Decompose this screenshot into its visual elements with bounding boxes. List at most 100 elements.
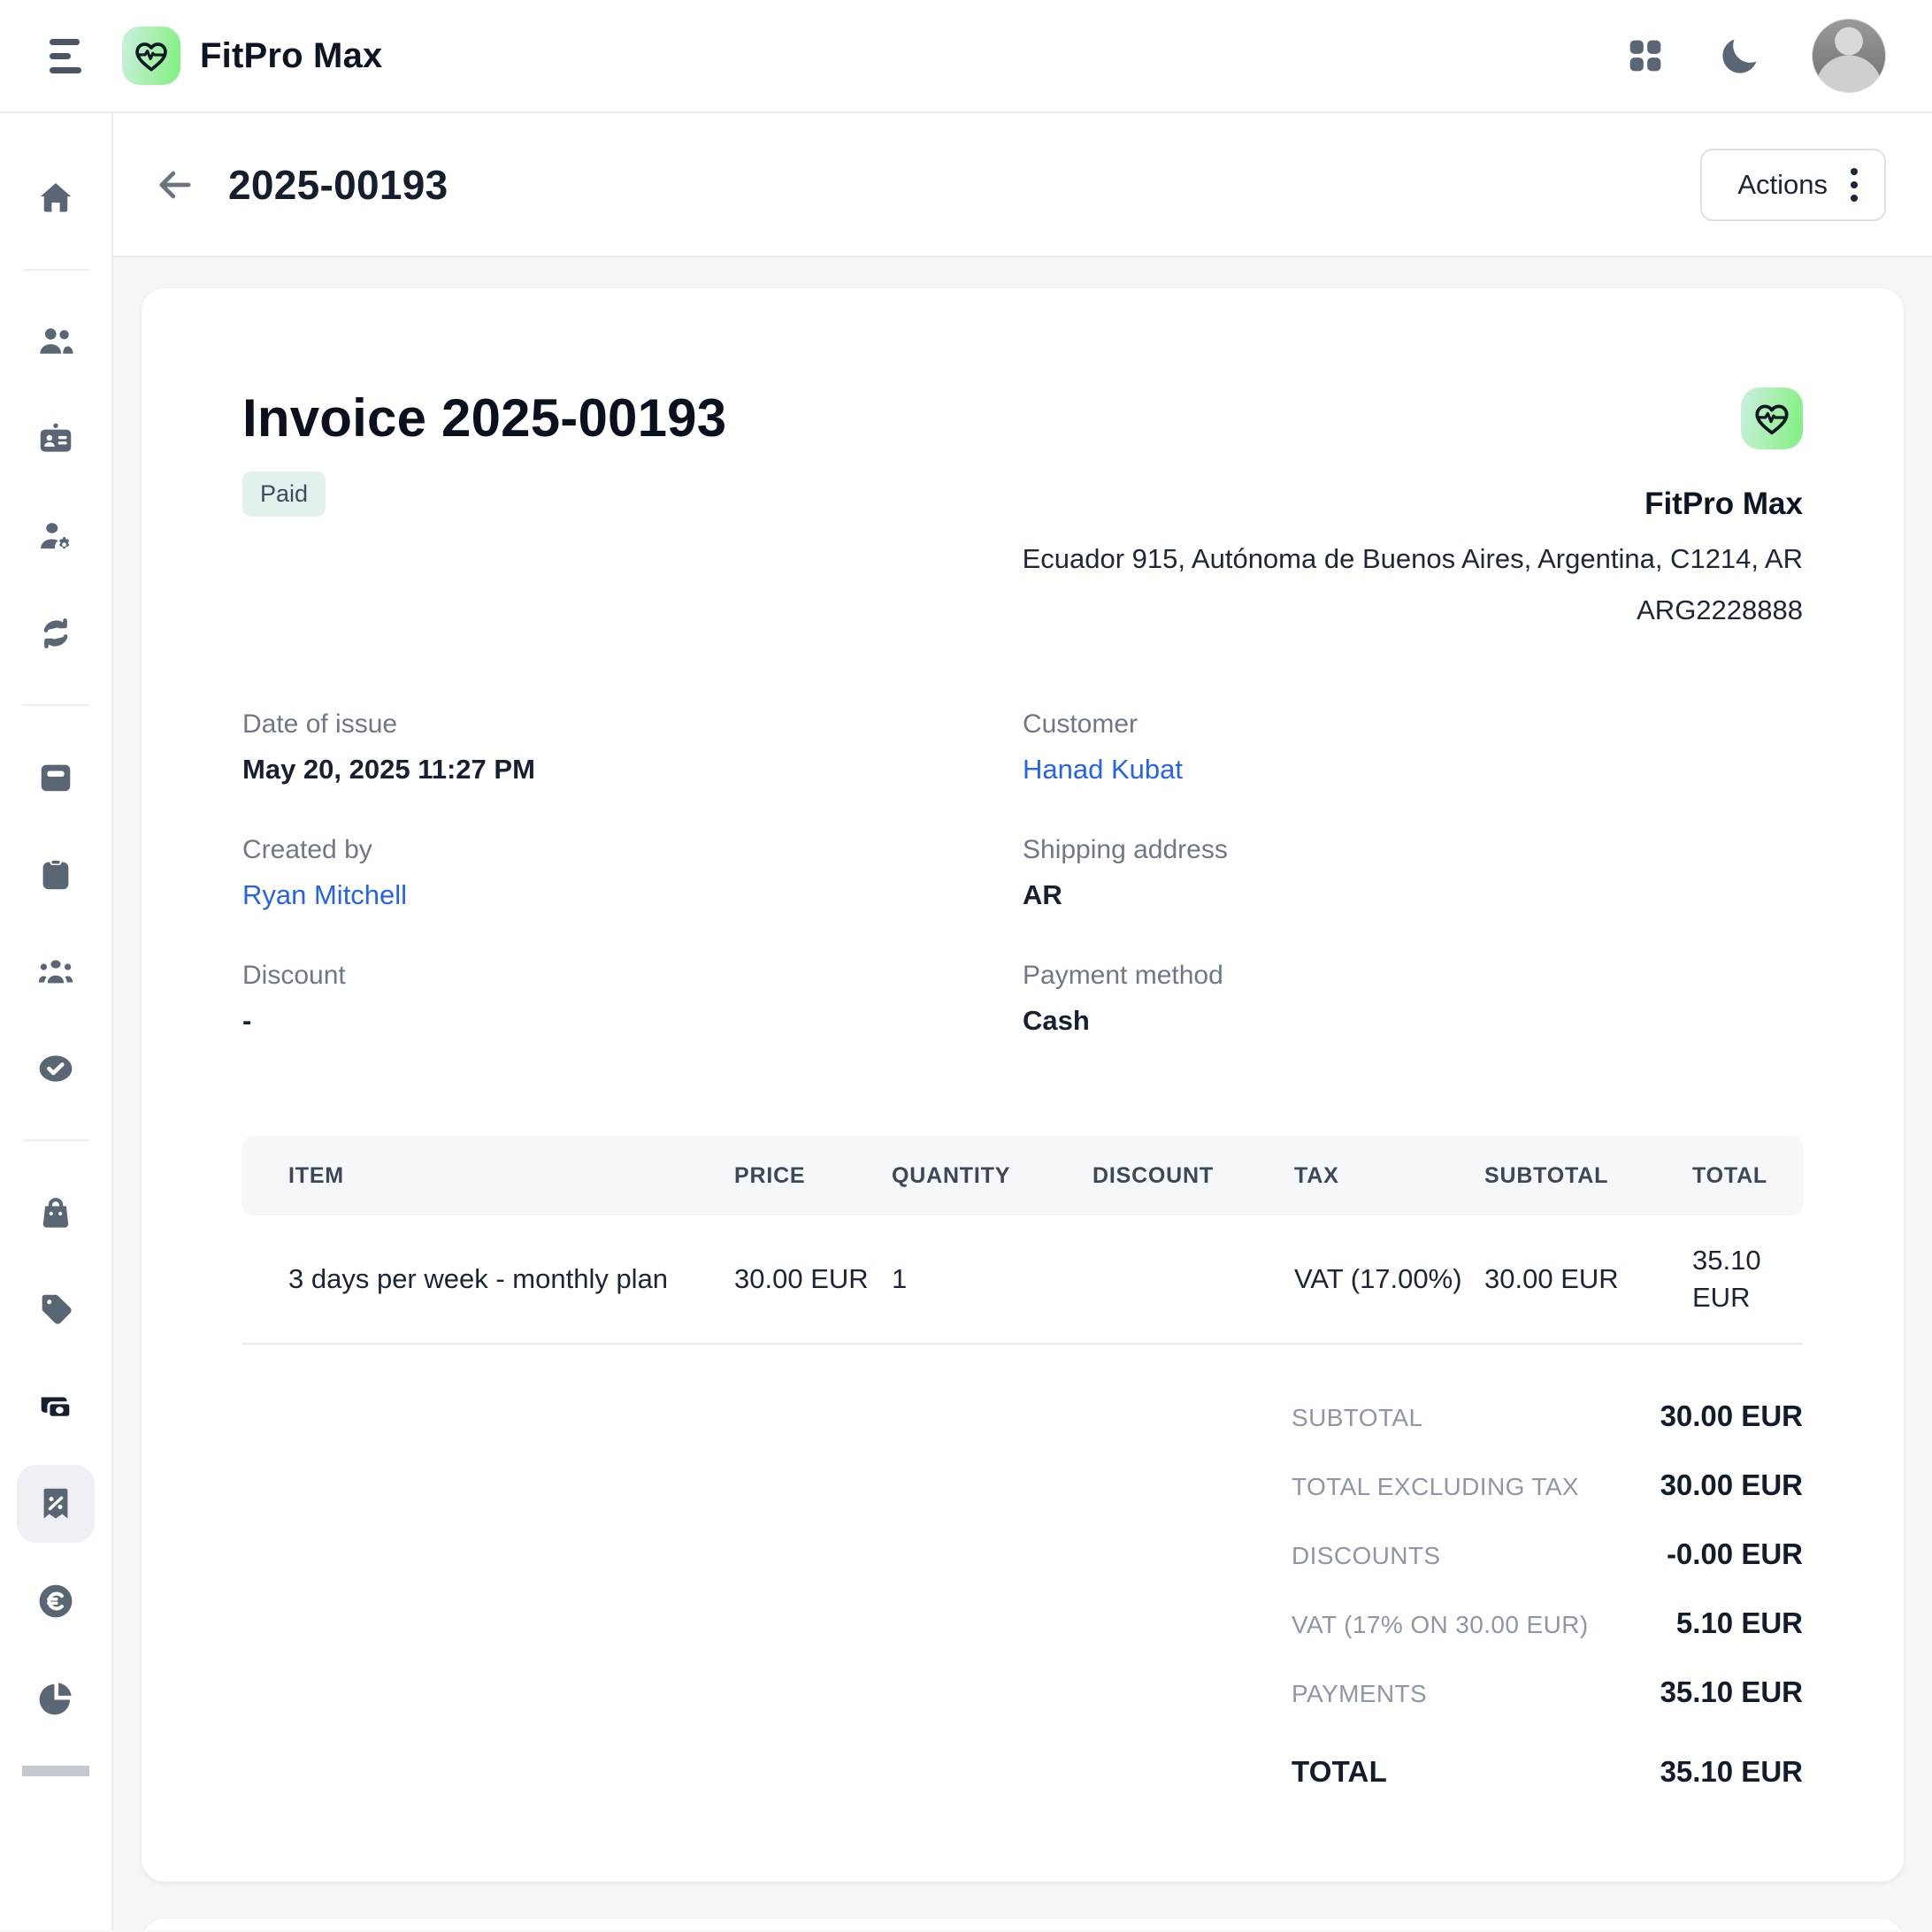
euro-icon: [35, 1581, 76, 1622]
sidebar-item-euro[interactable]: [17, 1562, 95, 1640]
summary-value: -0.00 EUR: [1667, 1537, 1803, 1571]
pie-chart-icon: [35, 1678, 76, 1719]
sidebar-item-home[interactable]: [17, 159, 95, 237]
summary-value: 35.10 EUR: [1660, 1755, 1803, 1789]
field-value: -: [242, 1005, 1023, 1037]
invoice-fields: Date of issue May 20, 2025 11:27 PM Cust…: [242, 709, 1803, 1037]
cell-quantity: 1: [892, 1261, 1092, 1298]
cell-subtotal: 30.00 EUR: [1484, 1261, 1692, 1298]
field-value: AR: [1023, 879, 1803, 911]
summary-row-total: TOTAL 35.10 EUR: [1292, 1755, 1803, 1789]
cell-tax: VAT (17.00%): [1294, 1261, 1484, 1298]
summary-label: DISCOUNTS: [1292, 1542, 1441, 1570]
calendar-icon: [35, 756, 76, 797]
table-header: ITEM PRICE QUANTITY DISCOUNT TAX SUBTOTA…: [242, 1136, 1803, 1215]
sidebar: [0, 113, 113, 1930]
cell-item: 3 days per week - monthly plan: [288, 1261, 734, 1298]
sidebar-item-cash[interactable]: [17, 1368, 95, 1445]
field-label: Customer: [1023, 709, 1803, 740]
menu-icon[interactable]: [50, 39, 90, 73]
summary-label: TOTAL EXCLUDING TAX: [1292, 1473, 1579, 1501]
topbar: FitPro Max: [0, 0, 1932, 113]
created-by-link[interactable]: Ryan Mitchell: [242, 879, 1023, 911]
user-gear-icon: [35, 516, 76, 556]
status-badge: Paid: [242, 472, 326, 517]
company-address: Ecuador 915, Autónoma de Buenos Aires, A…: [1023, 543, 1803, 575]
sidebar-item-tags[interactable]: [17, 1270, 95, 1348]
sidebar-item-clipboard[interactable]: [17, 835, 95, 913]
sidebar-item-sync[interactable]: [17, 594, 95, 672]
cell-price: 30.00 EUR: [734, 1261, 892, 1298]
company-block: FitPro Max Ecuador 915, Autónoma de Buen…: [1023, 387, 1803, 646]
home-icon: [35, 178, 76, 218]
summary-label: PAYMENTS: [1292, 1680, 1427, 1708]
col-item: ITEM: [288, 1163, 734, 1189]
col-discount: DISCOUNT: [1092, 1163, 1294, 1189]
sidebar-item-invoices[interactable]: [17, 1465, 95, 1543]
sidebar-item-shop[interactable]: [17, 1173, 95, 1251]
field-label: Discount: [242, 961, 1023, 991]
members-icon: [35, 321, 76, 362]
table-row: 3 days per week - monthly plan 30.00 EUR…: [242, 1215, 1803, 1345]
company-name: FitPro Max: [1644, 487, 1803, 522]
summary-row-subtotal: SUBTOTAL 30.00 EUR: [1292, 1399, 1803, 1433]
invoice-title-block: Invoice 2025-00193 Paid: [242, 387, 726, 646]
field-label: Payment method: [1023, 961, 1803, 991]
actions-button[interactable]: Actions: [1700, 149, 1886, 221]
field-created-by: Created by Ryan Mitchell: [242, 835, 1023, 911]
col-total: TOTAL: [1692, 1163, 1803, 1189]
topbar-right: [1622, 19, 1886, 93]
company-tax-id: ARG2228888: [1637, 594, 1803, 626]
summary-value: 30.00 EUR: [1660, 1468, 1803, 1502]
grid-apps-icon[interactable]: [1622, 33, 1668, 79]
user-avatar[interactable]: [1812, 19, 1886, 93]
groups-icon: [35, 951, 76, 992]
summary-value: 35.10 EUR: [1660, 1675, 1803, 1709]
sidebar-item-calendar[interactable]: [17, 738, 95, 816]
page-title: 2025-00193: [228, 161, 448, 209]
col-quantity: QUANTITY: [892, 1163, 1092, 1189]
field-payment-method: Payment method Cash: [1023, 961, 1803, 1037]
invoice-title: Invoice 2025-00193: [242, 387, 726, 448]
company-logo-icon: [1741, 387, 1803, 449]
field-discount: Discount -: [242, 961, 1023, 1037]
invoice-header: Invoice 2025-00193 Paid FitPro Max Ecuad…: [242, 387, 1803, 646]
line-items-table: ITEM PRICE QUANTITY DISCOUNT TAX SUBTOTA…: [242, 1136, 1803, 1345]
receipt-percent-icon: [35, 1484, 76, 1524]
id-card-icon: [35, 418, 76, 459]
dark-mode-moon-icon[interactable]: [1716, 32, 1764, 80]
summary-label: SUBTOTAL: [1292, 1404, 1422, 1432]
clipboard-icon: [35, 854, 76, 894]
brand[interactable]: FitPro Max: [122, 27, 382, 85]
field-date-of-issue: Date of issue May 20, 2025 11:27 PM: [242, 709, 1023, 786]
sidebar-item-check[interactable]: [17, 1030, 95, 1108]
col-price: PRICE: [734, 1163, 892, 1189]
sidebar-scrollbar[interactable]: [22, 1766, 89, 1776]
app-name: FitPro Max: [200, 36, 382, 76]
cell-total: 35.10 EUR: [1692, 1242, 1803, 1316]
sidebar-item-reports[interactable]: [17, 1660, 95, 1737]
sidebar-item-members[interactable]: [17, 303, 95, 380]
field-shipping-address: Shipping address AR: [1023, 835, 1803, 911]
col-tax: TAX: [1294, 1163, 1484, 1189]
sidebar-item-id-card[interactable]: [17, 400, 95, 478]
app-logo-icon: [122, 27, 180, 85]
tag-icon: [35, 1289, 76, 1330]
summary-row-vat: VAT (17% ON 30.00 EUR) 5.10 EUR: [1292, 1606, 1803, 1640]
col-subtotal: SUBTOTAL: [1484, 1163, 1692, 1189]
sidebar-item-groups[interactable]: [17, 932, 95, 1010]
main: 2025-00193 Actions Invoice 2025-00193 Pa…: [113, 113, 1932, 1930]
sidebar-item-user-settings[interactable]: [17, 497, 95, 575]
customer-link[interactable]: Hanad Kubat: [1023, 754, 1803, 786]
invoice-card: Invoice 2025-00193 Paid FitPro Max Ecuad…: [142, 288, 1904, 1882]
back-arrow-icon[interactable]: [152, 162, 198, 208]
summary-row-total-excl-tax: TOTAL EXCLUDING TAX 30.00 EUR: [1292, 1468, 1803, 1502]
field-value: May 20, 2025 11:27 PM: [242, 754, 1023, 786]
actions-label: Actions: [1737, 169, 1828, 201]
sidebar-divider: [22, 1139, 89, 1141]
field-label: Date of issue: [242, 709, 1023, 740]
totals-summary: SUBTOTAL 30.00 EUR TOTAL EXCLUDING TAX 3…: [1292, 1399, 1803, 1789]
cash-icon: [35, 1386, 76, 1427]
summary-row-discounts: DISCOUNTS -0.00 EUR: [1292, 1537, 1803, 1571]
sync-icon: [35, 613, 76, 654]
